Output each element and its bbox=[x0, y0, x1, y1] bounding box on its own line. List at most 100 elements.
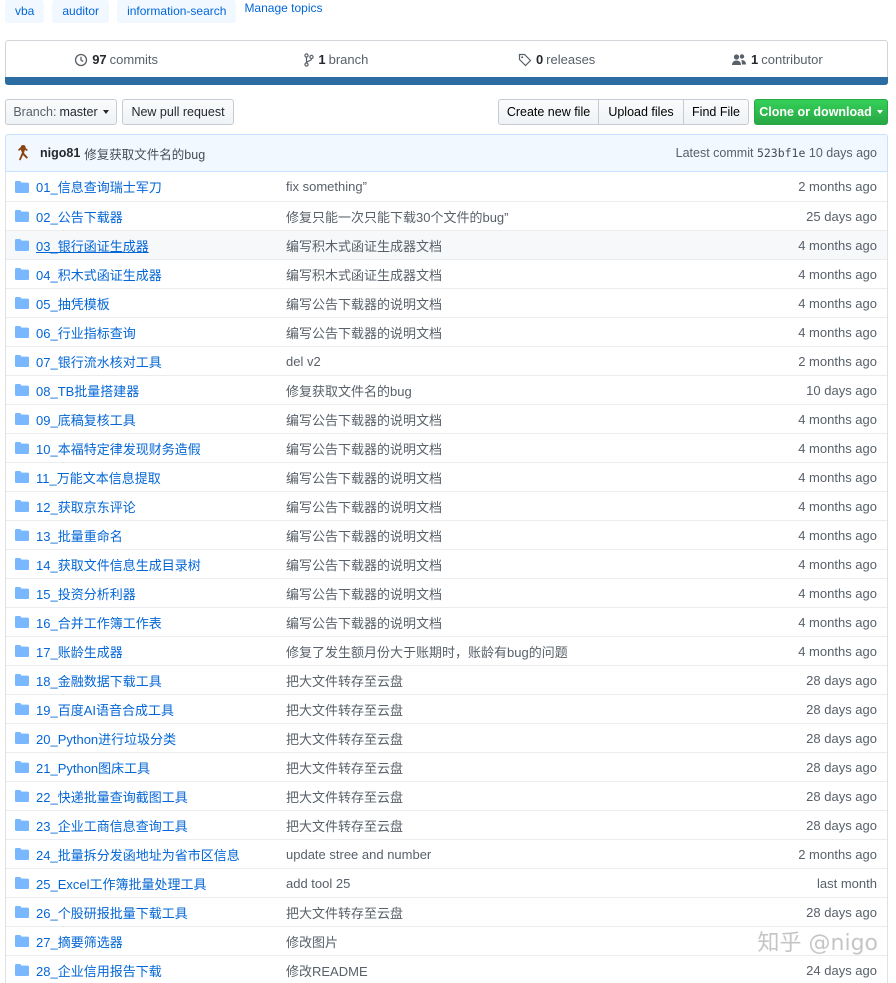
file-commit-message[interactable]: 修改README bbox=[286, 961, 727, 980]
file-row[interactable]: 22_快递批量查询截图工具 把大文件转存至云盘 28 days ago bbox=[6, 781, 887, 810]
file-commit-message[interactable]: 把大文件转存至云盘 bbox=[286, 903, 727, 922]
find-file-button[interactable]: Find File bbox=[683, 99, 749, 125]
file-row[interactable]: 13_批量重命名 编写公告下载器的说明文档 4 months ago bbox=[6, 520, 887, 549]
file-name-link[interactable]: 19_百度AI语音合成工具 bbox=[36, 700, 286, 719]
file-row[interactable]: 21_Python图床工具 把大文件转存至云盘 28 days ago bbox=[6, 752, 887, 781]
file-commit-message[interactable]: 把大文件转存至云盘 bbox=[286, 700, 727, 719]
file-name-link[interactable]: 25_Excel工作簿批量处理工具 bbox=[36, 874, 286, 893]
file-name-link[interactable]: 07_银行流水核对工具 bbox=[36, 352, 286, 371]
topic-tag[interactable]: vba bbox=[5, 0, 45, 23]
file-row[interactable]: 27_摘要筛选器 修改图片 bbox=[6, 926, 887, 955]
branches-link[interactable]: 1 branch bbox=[226, 41, 446, 78]
file-commit-message[interactable]: 编写积木式函证生成器文档 bbox=[286, 236, 727, 255]
file-commit-message[interactable]: 编写公告下载器的说明文档 bbox=[286, 497, 727, 516]
file-row[interactable]: 11_万能文本信息提取 编写公告下载器的说明文档 4 months ago bbox=[6, 462, 887, 491]
file-name-link[interactable]: 24_批量拆分发函地址为省市区信息 bbox=[36, 845, 286, 864]
file-name-link[interactable]: 10_本福特定律发现财务造假 bbox=[36, 439, 286, 458]
file-name-link[interactable]: 28_企业信用报告下载 bbox=[36, 961, 286, 980]
file-name-link[interactable]: 20_Python进行垃圾分类 bbox=[36, 729, 286, 748]
file-row[interactable]: 18_金融数据下载工具 把大文件转存至云盘 28 days ago bbox=[6, 665, 887, 694]
topic-tag[interactable]: information-search bbox=[117, 0, 237, 23]
file-name-link[interactable]: 21_Python图床工具 bbox=[36, 758, 286, 777]
file-commit-message[interactable]: 修复了发生额月份大于账期时，账龄有bug的问题 bbox=[286, 642, 727, 661]
file-commit-message[interactable]: 编写公告下载器的说明文档 bbox=[286, 613, 727, 632]
file-name-link[interactable]: 16_合并工作簿工作表 bbox=[36, 613, 286, 632]
file-name-link[interactable]: 08_TB批量搭建器 bbox=[36, 381, 286, 400]
file-row[interactable]: 24_批量拆分发函地址为省市区信息 update stree and number… bbox=[6, 839, 887, 868]
branch-select-button[interactable]: Branch: master bbox=[5, 99, 117, 125]
file-commit-message[interactable]: 编写公告下载器的说明文档 bbox=[286, 468, 727, 487]
file-name-link[interactable]: 27_摘要筛选器 bbox=[36, 932, 286, 951]
file-row[interactable]: 06_行业指标查询 编写公告下载器的说明文档 4 months ago bbox=[6, 317, 887, 346]
file-name-link[interactable]: 05_抽凭模板 bbox=[36, 294, 286, 313]
file-commit-message[interactable]: 修复获取文件名的bug bbox=[286, 381, 727, 400]
create-new-file-button[interactable]: Create new file bbox=[498, 99, 599, 125]
file-commit-message[interactable]: 把大文件转存至云盘 bbox=[286, 758, 727, 777]
file-row[interactable]: 02_公告下载器 修复只能一次只能下载30个文件的bug” 25 days ago bbox=[6, 201, 887, 230]
contributors-link[interactable]: 1 contributor bbox=[667, 41, 887, 78]
file-commit-message[interactable]: 编写公告下载器的说明文档 bbox=[286, 323, 727, 342]
file-name-link[interactable]: 23_企业工商信息查询工具 bbox=[36, 816, 286, 835]
file-name-link[interactable]: 09_底稿复核工具 bbox=[36, 410, 286, 429]
file-row[interactable]: 04_积木式函证生成器 编写积木式函证生成器文档 4 months ago bbox=[6, 259, 887, 288]
file-commit-message[interactable]: del v2 bbox=[286, 354, 727, 369]
new-pull-request-button[interactable]: New pull request bbox=[122, 99, 234, 125]
file-name-link[interactable]: 04_积木式函证生成器 bbox=[36, 265, 286, 284]
file-commit-message[interactable]: update stree and number bbox=[286, 847, 727, 862]
file-commit-message[interactable]: 编写公告下载器的说明文档 bbox=[286, 439, 727, 458]
file-name-link[interactable]: 17_账龄生成器 bbox=[36, 642, 286, 661]
file-commit-message[interactable]: 修复只能一次只能下载30个文件的bug” bbox=[286, 207, 727, 226]
upload-files-button[interactable]: Upload files bbox=[598, 99, 684, 125]
file-commit-message[interactable]: 把大文件转存至云盘 bbox=[286, 729, 727, 748]
clone-or-download-button[interactable]: Clone or download bbox=[754, 99, 888, 125]
avatar[interactable] bbox=[16, 144, 34, 162]
file-name-link[interactable]: 26_个股研报批量下载工具 bbox=[36, 903, 286, 922]
file-row[interactable]: 20_Python进行垃圾分类 把大文件转存至云盘 28 days ago bbox=[6, 723, 887, 752]
file-row[interactable]: 28_企业信用报告下载 修改README 24 days ago bbox=[6, 955, 887, 983]
file-row[interactable]: 26_个股研报批量下载工具 把大文件转存至云盘 28 days ago bbox=[6, 897, 887, 926]
file-row[interactable]: 07_银行流水核对工具 del v2 2 months ago bbox=[6, 346, 887, 375]
file-commit-message[interactable]: 修改图片 bbox=[286, 932, 727, 951]
file-commit-message[interactable]: 编写公告下载器的说明文档 bbox=[286, 555, 727, 574]
file-row[interactable]: 16_合并工作簿工作表 编写公告下载器的说明文档 4 months ago bbox=[6, 607, 887, 636]
file-commit-message[interactable]: 编写公告下载器的说明文档 bbox=[286, 526, 727, 545]
file-name-link[interactable]: 11_万能文本信息提取 bbox=[36, 468, 286, 487]
file-name-link[interactable]: 01_信息查询瑞士军刀 bbox=[36, 177, 286, 196]
file-commit-message[interactable]: 把大文件转存至云盘 bbox=[286, 671, 727, 690]
file-commit-message[interactable]: fix something” bbox=[286, 179, 727, 194]
file-commit-message[interactable]: 把大文件转存至云盘 bbox=[286, 816, 727, 835]
file-commit-message[interactable]: 编写公告下载器的说明文档 bbox=[286, 294, 727, 313]
language-bar[interactable] bbox=[5, 77, 888, 85]
file-name-link[interactable]: 14_获取文件信息生成目录树 bbox=[36, 555, 286, 574]
file-row[interactable]: 01_信息查询瑞士军刀 fix something” 2 months ago bbox=[6, 172, 887, 201]
file-row[interactable]: 15_投资分析利器 编写公告下载器的说明文档 4 months ago bbox=[6, 578, 887, 607]
file-row[interactable]: 08_TB批量搭建器 修复获取文件名的bug 10 days ago bbox=[6, 375, 887, 404]
file-name-link[interactable]: 02_公告下载器 bbox=[36, 207, 286, 226]
file-commit-message[interactable]: 把大文件转存至云盘 bbox=[286, 787, 727, 806]
file-commit-message[interactable]: 编写积木式函证生成器文档 bbox=[286, 265, 727, 284]
file-name-link[interactable]: 15_投资分析利器 bbox=[36, 584, 286, 603]
file-commit-message[interactable]: 编写公告下载器的说明文档 bbox=[286, 584, 727, 603]
manage-topics-link[interactable]: Manage topics bbox=[244, 0, 322, 15]
file-name-link[interactable]: 03_银行函证生成器 bbox=[36, 236, 286, 255]
file-name-link[interactable]: 13_批量重命名 bbox=[36, 526, 286, 545]
commit-message[interactable]: 修复获取文件名的bug bbox=[84, 144, 205, 163]
file-row[interactable]: 25_Excel工作簿批量处理工具 add tool 25 last month bbox=[6, 868, 887, 897]
file-name-link[interactable]: 22_快递批量查询截图工具 bbox=[36, 787, 286, 806]
commits-link[interactable]: 97 commits bbox=[6, 41, 226, 78]
file-row[interactable]: 09_底稿复核工具 编写公告下载器的说明文档 4 months ago bbox=[6, 404, 887, 433]
file-row[interactable]: 12_获取京东评论 编写公告下载器的说明文档 4 months ago bbox=[6, 491, 887, 520]
file-row[interactable]: 19_百度AI语音合成工具 把大文件转存至云盘 28 days ago bbox=[6, 694, 887, 723]
file-name-link[interactable]: 06_行业指标查询 bbox=[36, 323, 286, 342]
file-row[interactable]: 17_账龄生成器 修复了发生额月份大于账期时，账龄有bug的问题 4 months … bbox=[6, 636, 887, 665]
commit-author[interactable]: nigo81 bbox=[40, 146, 80, 160]
file-row[interactable]: 03_银行函证生成器 编写积木式函证生成器文档 4 months ago bbox=[6, 230, 887, 259]
releases-link[interactable]: 0 releases bbox=[447, 41, 667, 78]
commit-sha[interactable]: 523bf1e bbox=[757, 146, 805, 160]
file-row[interactable]: 10_本福特定律发现财务造假 编写公告下载器的说明文档 4 months ago bbox=[6, 433, 887, 462]
file-row[interactable]: 14_获取文件信息生成目录树 编写公告下载器的说明文档 4 months ago bbox=[6, 549, 887, 578]
file-commit-message[interactable]: 编写公告下载器的说明文档 bbox=[286, 410, 727, 429]
file-commit-message[interactable]: add tool 25 bbox=[286, 876, 727, 891]
topic-tag[interactable]: auditor bbox=[52, 0, 110, 23]
file-row[interactable]: 05_抽凭模板 编写公告下载器的说明文档 4 months ago bbox=[6, 288, 887, 317]
